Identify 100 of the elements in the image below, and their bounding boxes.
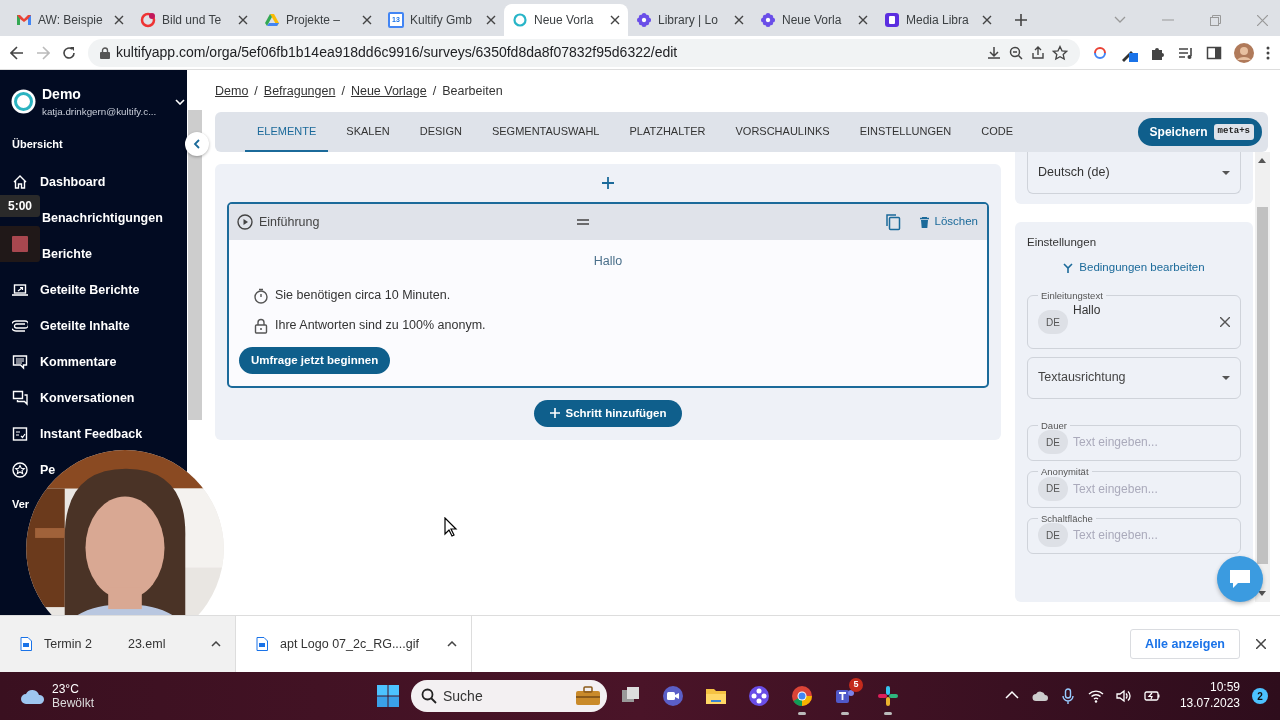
text-input[interactable]: Text eingeben... [1071,478,1191,499]
zoom-icon[interactable] [1008,44,1024,61]
back-icon[interactable] [10,45,24,60]
taskbar-app[interactable]: 5 [825,676,865,716]
file-name: 23.eml [127,635,166,653]
plus-icon [602,177,614,189]
close-icon[interactable] [486,15,496,25]
alignment-select[interactable]: Textausrichtung [1027,356,1241,399]
text-field[interactable]: Schaltfläche DE Text eingeben... [1027,513,1241,554]
save-button[interactable]: Speichern meta+s [1137,118,1262,146]
text-field[interactable]: Dauer DE Text eingeben... [1027,420,1241,461]
info-text: Ihre Antworten sind zu 100% anonym. [275,317,486,335]
delete-button[interactable]: Löschen [918,212,979,232]
add-step-button[interactable]: Schritt hinzufügen [533,399,683,427]
sidebar-item[interactable]: Kommentare [0,344,117,381]
stop-button[interactable] [0,226,40,262]
battery-icon[interactable] [1143,688,1160,704]
microphone-icon[interactable] [1059,688,1076,704]
sidebar-item[interactable]: Benachrichtigungen [42,208,163,228]
wifi-icon[interactable] [1087,688,1104,704]
breadcrumb-link[interactable]: Demo [215,81,249,101]
close-icon[interactable] [114,15,124,25]
conditions-link[interactable]: Bedingungen bearbeiten [1063,259,1205,277]
chevron-up-icon[interactable] [447,641,457,647]
download-icon[interactable] [986,44,1002,61]
new-tab-icon[interactable] [1014,13,1028,27]
scrollbar-thumb[interactable] [1257,207,1268,564]
sidebar-item[interactable]: Geteilte Berichte [0,272,140,309]
clock[interactable]: 10:59 13.07.2023 [1179,680,1240,712]
close-icon[interactable] [362,15,372,25]
section-title: Ver [12,498,30,512]
close-icon[interactable] [734,15,744,25]
date-text: 13.07.2023 [1179,696,1240,712]
scroll-up-icon[interactable] [1258,158,1266,163]
avatar-icon[interactable] [1234,42,1254,63]
close-icon[interactable] [610,15,620,25]
nav-tab[interactable]: ELEMENTE [245,112,329,152]
extension-icon[interactable] [1092,44,1108,61]
search-field[interactable]: Suche [411,680,607,712]
close-icon[interactable] [1256,639,1266,649]
cloud-icon [20,687,46,705]
nav-tab[interactable]: SKALEN [334,112,402,152]
nav-tab[interactable]: PLATZHALTER [617,112,718,152]
chevron-up-icon[interactable] [211,641,221,647]
nav-tab[interactable]: VORSCHAULINKS [723,112,842,152]
start-button[interactable]: Umfrage jetzt beginnen [239,346,391,374]
scrollbar-thumb[interactable] [188,110,202,420]
browser-tab[interactable]: Bild und Te [132,4,256,36]
sidebar-item[interactable]: Konversationen [0,380,135,417]
text-input[interactable]: Text eingeben... [1071,432,1191,452]
notification-badge[interactable]: 2 [1252,688,1268,704]
sidebar-item[interactable]: Berichte [42,244,93,264]
browser-tab[interactable]: Media Libra [876,4,1000,36]
trash-icon [919,216,929,228]
text-input[interactable]: Hallo [1071,300,1181,320]
running-indicator [798,712,806,715]
download-item[interactable]: Termin 2 23.eml [0,616,236,672]
address-bar[interactable]: kultifyapp.com/orga/5ef06fb1b14ea918dd6c9916/surveys/6350fd8da8f07832f95d6322/edit [88,38,1080,67]
nav-tab[interactable]: EINSTELLUNGEN [847,112,964,152]
step-title: Einführung [259,213,320,231]
paperclip-icon [12,318,28,335]
field-label: Schaltfläche [1040,513,1094,523]
text-field[interactable]: Einleitungstext DE Hallo [1027,290,1241,349]
more-icon[interactable] [1266,45,1270,60]
nav-tab[interactable]: CODE [969,112,1026,152]
copy-icon[interactable] [884,213,901,231]
drag-handle-icon[interactable] [577,219,589,225]
share-icon[interactable] [1030,44,1046,61]
scroll-down-icon[interactable] [1258,591,1266,596]
sidebar-item[interactable]: Instant Feedback [0,416,143,453]
briefcase-picture-icon [575,686,601,706]
nav-tab[interactable]: DESIGN [407,112,474,152]
clear-icon[interactable] [1220,317,1230,327]
browser-tab[interactable]: AW: Beispie [8,4,132,36]
star-icon[interactable] [1052,44,1068,61]
checklist-icon [12,426,28,443]
browser-tab[interactable]: Projekte – [256,4,380,36]
browser-tab[interactable]: Neue Vorla [752,4,876,36]
language-select[interactable]: Deutsch (de) [1027,152,1241,194]
sidebar-item[interactable]: Pe [0,452,56,489]
breadcrumb-link[interactable]: Neue Vorlage [350,81,427,101]
breadcrumb-link[interactable]: Befragungen [263,81,336,101]
close-icon[interactable] [982,15,992,25]
browser-tab[interactable]: Neue Vorla [504,4,628,36]
show-all-button[interactable]: Alle anzeigen [1130,628,1240,660]
close-icon[interactable] [858,15,868,25]
sidebar-item[interactable]: Geteilte Inhalte [0,308,130,345]
speaker-icon[interactable] [1115,688,1132,704]
weather-widget[interactable]: 23°C Bewölkt [20,681,320,711]
field-label: Dauer [1040,420,1068,430]
side-panel-icon[interactable] [1206,44,1222,61]
close-icon[interactable] [238,15,248,25]
nav-tab[interactable]: SEGMENTAUSWAHL [479,112,612,152]
browser-tab[interactable]: Library | Lo [628,4,752,36]
add-button[interactable] [601,176,615,190]
text-field[interactable]: Anonymität DE Text eingeben... [1027,467,1241,508]
file-name: apt Logo 07_2c_RG....gif [280,635,419,653]
windows-icon[interactable] [377,685,399,707]
reload-icon[interactable] [62,45,76,60]
text-input[interactable]: Text eingeben... [1071,525,1191,545]
